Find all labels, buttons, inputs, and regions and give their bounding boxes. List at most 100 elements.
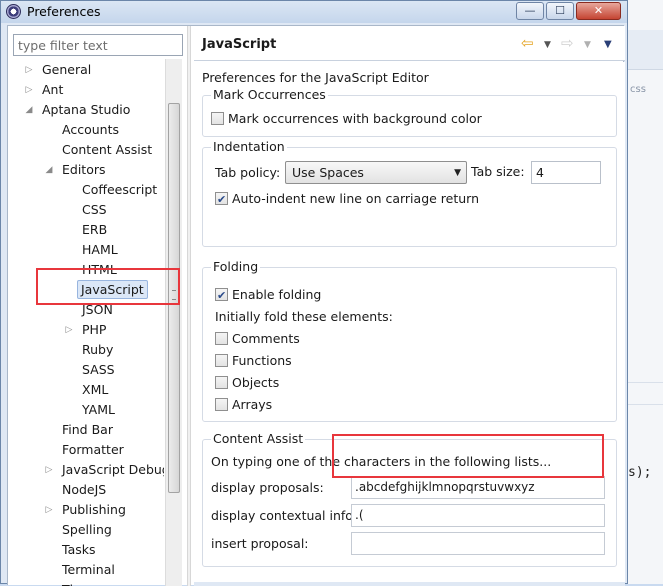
- minimize-button[interactable]: —: [516, 2, 544, 20]
- annotation-highlight-javascript: [36, 268, 180, 305]
- enable-folding-checkbox[interactable]: [215, 286, 228, 306]
- tree-expanded-arrow-icon[interactable]: ◢: [24, 100, 34, 120]
- fold-functions-checkbox[interactable]: [215, 354, 228, 367]
- tree-item[interactable]: ▷ Ant: [8, 80, 164, 100]
- mark-occurrences-option[interactable]: Mark occurrences with background color: [211, 109, 482, 129]
- tree-item[interactable]: Terminal: [8, 560, 164, 580]
- window-title: Preferences: [27, 4, 101, 19]
- forward-arrow-icon[interactable]: ⇨: [561, 35, 574, 51]
- background-divider: [628, 404, 663, 405]
- tree-item[interactable]: YAML: [8, 400, 164, 420]
- tree-item[interactable]: Spelling: [8, 520, 164, 540]
- display-proposals-label: display proposals:: [211, 480, 324, 495]
- checkbox-label: Comments: [232, 331, 300, 346]
- tree-item-label: JavaScript Debug: [62, 462, 164, 477]
- mark-occurrences-checkbox[interactable]: [211, 112, 224, 125]
- tree-expanded-arrow-icon[interactable]: ◢: [44, 160, 54, 180]
- page-header: JavaScript ⇦ ▼ ⇨ ▼ ▼: [194, 26, 625, 61]
- tree-item[interactable]: ERB: [8, 220, 164, 240]
- tree-item[interactable]: ▷ PHP: [8, 320, 164, 340]
- view-menu-icon[interactable]: ▼: [604, 37, 612, 53]
- checkbox-label: Enable folding: [232, 287, 322, 302]
- eclipse-app-icon: [6, 4, 21, 19]
- tree-item-label: SASS: [82, 362, 115, 377]
- checkbox-label: Functions: [232, 353, 292, 368]
- tree-item-label: Ruby: [82, 342, 114, 357]
- background-toolbar: [628, 30, 663, 70]
- tab-policy-value: Use Spaces: [292, 165, 364, 180]
- tree-item-label: CSS: [82, 202, 107, 217]
- tree-item[interactable]: ◢ Editors: [8, 160, 164, 180]
- tab-size-input[interactable]: 4: [531, 161, 601, 184]
- tree-item-label: Coffeescript: [82, 182, 158, 197]
- tree-item[interactable]: ▷ General: [8, 60, 164, 80]
- mark-occurrences-group: Mark Occurrences Mark occurrences with b…: [202, 87, 617, 137]
- group-label: Indentation: [211, 139, 287, 155]
- background-code-text: s);: [628, 465, 652, 480]
- tree-collapsed-arrow-icon[interactable]: ▷: [24, 80, 34, 100]
- back-dropdown-icon[interactable]: ▼: [544, 37, 551, 53]
- title-bar[interactable]: Preferences — ☐ ✕: [1, 1, 627, 23]
- tree-item[interactable]: HAML: [8, 240, 164, 260]
- fold-objects-option[interactable]: Objects: [215, 373, 279, 393]
- indentation-group: Indentation Tab policy: Use Spaces ▼ Tab…: [202, 139, 617, 247]
- tree-item-label: Find Bar: [62, 422, 113, 437]
- tree-collapsed-arrow-icon[interactable]: ▷: [44, 500, 54, 520]
- fold-arrays-checkbox[interactable]: [215, 398, 228, 411]
- annotation-highlight-proposals: [332, 434, 604, 478]
- display-contextual-input[interactable]: .(: [351, 504, 605, 527]
- display-proposals-input[interactable]: .abcdefghijklmnopqrstuvwxyz: [351, 476, 605, 499]
- tree-item-label: Accounts: [62, 122, 119, 137]
- tab-policy-label: Tab policy:: [215, 165, 281, 180]
- folding-group: Folding Enable folding Initially fold th…: [202, 259, 617, 422]
- checkbox-label: Arrays: [232, 397, 273, 412]
- auto-indent-checkbox[interactable]: [215, 190, 228, 210]
- tree-item[interactable]: Content Assist: [8, 140, 164, 160]
- tree-item-label: ERB: [82, 222, 108, 237]
- forward-dropdown-icon[interactable]: ▼: [584, 37, 591, 53]
- tree-item-label: Formatter: [62, 442, 124, 457]
- fold-comments-checkbox[interactable]: [215, 332, 228, 345]
- fold-comments-option[interactable]: Comments: [215, 329, 300, 349]
- tree-item[interactable]: SASS: [8, 360, 164, 380]
- tree-item[interactable]: Th: [8, 580, 164, 586]
- insert-proposal-input[interactable]: [351, 532, 605, 555]
- tree-item[interactable]: Coffeescript: [8, 180, 164, 200]
- close-button[interactable]: ✕: [576, 2, 621, 20]
- fold-arrays-option[interactable]: Arrays: [215, 395, 272, 415]
- preference-tree: ▷ General ▷ Ant ◢ Aptana Studio Accounts Conten…: [8, 59, 164, 586]
- back-arrow-icon[interactable]: ⇦: [521, 35, 534, 51]
- tree-item[interactable]: Accounts: [8, 120, 164, 140]
- tree-item[interactable]: NodeJS: [8, 480, 164, 500]
- tree-collapsed-arrow-icon[interactable]: ▷: [64, 320, 74, 340]
- tab-policy-select[interactable]: Use Spaces ▼: [285, 161, 467, 184]
- tree-item[interactable]: Formatter: [8, 440, 164, 460]
- tree-item[interactable]: ▷ Publishing: [8, 500, 164, 520]
- tree-item-label: PHP: [82, 322, 107, 337]
- tree-collapsed-arrow-icon[interactable]: ▷: [24, 60, 34, 80]
- tree-item-label: NodeJS: [62, 482, 107, 497]
- tree-collapsed-arrow-icon[interactable]: ▷: [44, 460, 54, 480]
- pane-divider[interactable]: [187, 26, 191, 586]
- enable-folding-option[interactable]: Enable folding: [215, 285, 322, 306]
- tree-item-label: General: [42, 62, 92, 77]
- tree-scrollbar[interactable]: [165, 59, 182, 586]
- fold-objects-checkbox[interactable]: [215, 376, 228, 389]
- background-divider: [628, 382, 663, 383]
- tree-item[interactable]: XML: [8, 380, 164, 400]
- display-contextual-label: display contextual info:: [211, 508, 358, 523]
- tree-item[interactable]: ◢ Aptana Studio: [8, 100, 164, 120]
- fold-functions-option[interactable]: Functions: [215, 351, 292, 371]
- tree-item[interactable]: Ruby: [8, 340, 164, 360]
- maximize-button[interactable]: ☐: [546, 2, 574, 20]
- insert-proposal-label: insert proposal:: [211, 536, 309, 551]
- tree-item-label: Publishing: [62, 502, 126, 517]
- tree-item[interactable]: CSS: [8, 200, 164, 220]
- auto-indent-option[interactable]: Auto-indent new line on carriage return: [215, 189, 480, 210]
- tree-item[interactable]: ▷ JavaScript Debug: [8, 460, 164, 480]
- checkbox-label: Auto-indent new line on carriage return: [232, 191, 480, 206]
- tree-item-label: HAML: [82, 242, 118, 257]
- filter-input[interactable]: [13, 34, 183, 56]
- tree-item[interactable]: Tasks: [8, 540, 164, 560]
- tree-item[interactable]: Find Bar: [8, 420, 164, 440]
